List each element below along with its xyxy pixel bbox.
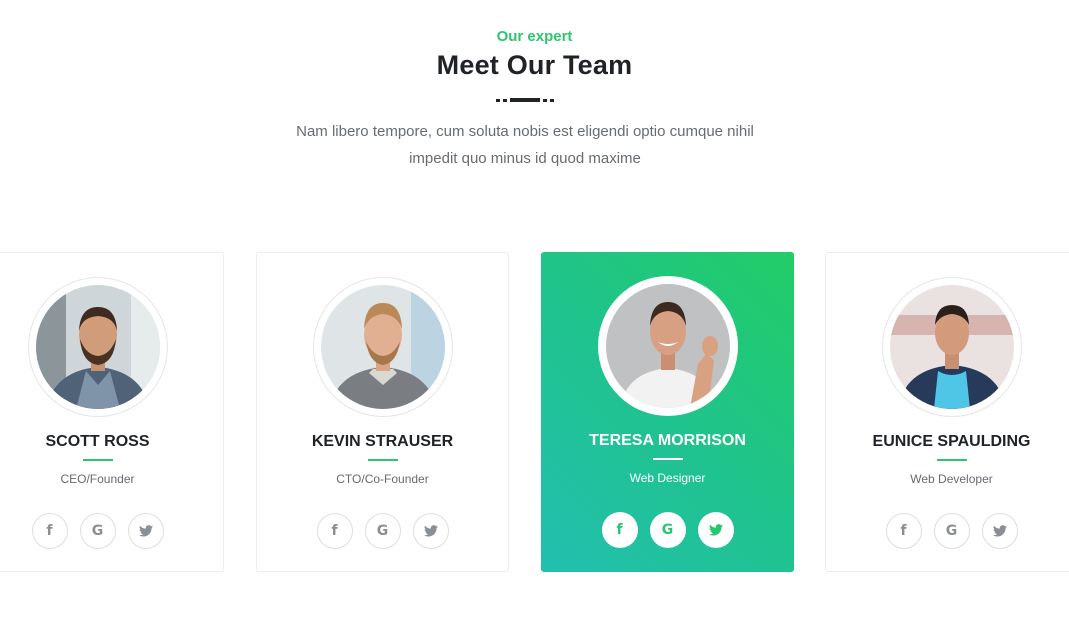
google-icon[interactable]: G	[649, 512, 686, 548]
avatar-frame	[881, 277, 1022, 417]
avatar-frame	[312, 277, 453, 417]
member-name: TERESA MORRISON	[589, 432, 746, 449]
google-icon[interactable]: G	[79, 513, 116, 549]
name-underline	[936, 459, 967, 461]
avatar	[605, 284, 730, 408]
member-name: EUNICE SPAULDING	[872, 433, 1031, 450]
section-title: Meet Our Team	[436, 50, 633, 80]
team-card-teresa-morrison[interactable]: TERESA MORRISON Web Designer f G	[541, 252, 794, 572]
member-role: CTO/Co-Founder	[336, 472, 429, 486]
social-links: f G	[826, 513, 1069, 549]
twitter-icon[interactable]	[697, 512, 734, 548]
avatar	[889, 285, 1014, 409]
member-role: CEO/Founder	[60, 472, 135, 486]
team-card-kevin-strauser[interactable]: KEVIN STRAUSER CTO/Co-Founder f G	[256, 252, 509, 572]
facebook-icon[interactable]: f	[316, 513, 353, 549]
twitter-icon[interactable]	[127, 513, 164, 549]
member-name: SCOTT ROSS	[45, 433, 150, 450]
member-role: Web Developer	[910, 472, 993, 486]
section-eyebrow: Our expert	[496, 28, 573, 45]
social-links: f G	[257, 513, 508, 549]
team-card-eunice-spaulding[interactable]: EUNICE SPAULDING Web Developer f G	[825, 252, 1069, 572]
google-icon[interactable]: G	[933, 513, 970, 549]
facebook-icon[interactable]: f	[31, 513, 68, 549]
avatar	[320, 285, 445, 409]
avatar-frame	[597, 276, 738, 416]
twitter-icon[interactable]	[981, 513, 1018, 549]
social-links: f G	[541, 512, 794, 548]
avatar-frame	[27, 277, 168, 417]
facebook-icon[interactable]: f	[885, 513, 922, 549]
team-card-scott-ross[interactable]: SCOTT ROSS CEO/Founder f G	[0, 252, 224, 572]
name-underline	[367, 459, 398, 461]
google-icon[interactable]: G	[364, 513, 401, 549]
member-name: KEVIN STRAUSER	[311, 433, 454, 450]
name-underline	[82, 459, 113, 461]
section-subtitle: Nam libero tempore, cum soluta nobis est…	[296, 123, 754, 167]
title-divider	[496, 98, 554, 104]
avatar	[35, 285, 160, 409]
facebook-icon[interactable]: f	[601, 512, 638, 548]
name-underline	[652, 458, 683, 460]
twitter-icon[interactable]	[412, 513, 449, 549]
social-links: f G	[0, 513, 223, 549]
member-role: Web Designer	[629, 471, 706, 485]
